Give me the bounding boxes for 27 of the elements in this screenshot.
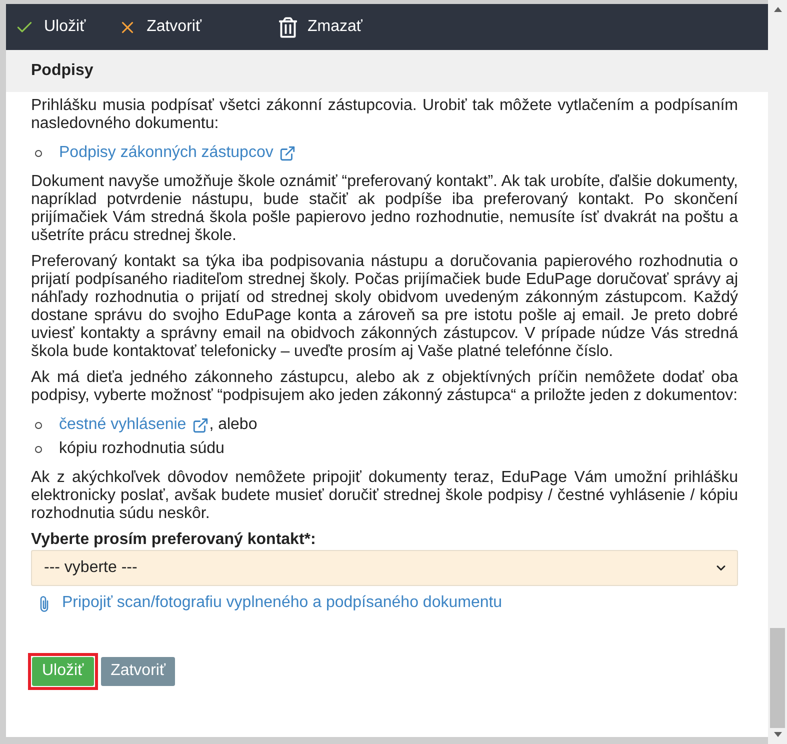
footer-button[interactable]: Zatvoriť — [100, 656, 176, 686]
scrollbar-thumb[interactable] — [770, 628, 785, 728]
contact-select[interactable]: --- vyberte --- — [31, 550, 738, 586]
section-title: Podpisy — [31, 61, 94, 81]
bullet-icon — [35, 422, 42, 428]
paragraph: Ak má dieťa jedného zákonneho zástupcu, alebo ak z objektívných príčin nemôžete dodať oba podpisy, vyberte možnosť “podpisujem ako jeden zákonný zástupca“ a priložte jeden z dokumentov: — [31, 369, 738, 405]
field-label: Vyberte prosím preferovaný kontakt*: — [31, 531, 317, 549]
bullet-icon — [35, 150, 42, 156]
toolbar-button[interactable]: Zmazať — [270, 4, 372, 50]
paragraph: Prihlášku musia podpísať všetci zákonní zástupcovia. Urobiť tak môžete vytlačením a podpísaním nasledovného dokumentu: — [31, 97, 738, 133]
footer-button[interactable]: Uložiť — [32, 656, 94, 686]
paragraph: Preferovaný kontakt sa týka iba podpisovania nástupu a doručovania papierového rozhodnutia o prijatí podpísaného riaditeľom strednej školy. Počas prijímačiek bude EduPage doručovať správy aj náhľady rozhodnutia o prijatí od strednej skoly obidvom uvedeným zákonným zástupcom. Každý dostane správu do svojho EduPage konta a zároveň sa pre istotu pošle aj email. Je preto dobré uviesť kontakty a správny email na obidvoch zákonných zástupcov. V prípade núdze Vás stredná škola bude kontaktovať telefonicky – uveďte prosím aj Vaše platné telefónne číslo. — [31, 253, 738, 361]
attach-link[interactable]: Pripojiť scan/fotografiu vyplneného a podpísaného dokumentu — [40, 593, 502, 613]
scroll-up-icon[interactable] — [774, 7, 782, 12]
toolbar-button[interactable]: Uložiť — [6, 4, 95, 50]
bullet-icon — [35, 446, 42, 452]
document-link[interactable]: Podpisy zákonných zástupcov — [59, 141, 296, 165]
paperclip-icon — [40, 594, 49, 612]
toolbar-button[interactable]: Zatvoriť — [108, 4, 210, 50]
document-link[interactable]: čestné vyhlásenie — [59, 413, 210, 437]
scrollbar[interactable] — [768, 0, 787, 744]
paragraph: Dokument navyše umožňuje škole oznámiť “preferovaný kontakt”. Ak tak urobíte, ďalšie dokumenty, napríklad potvrdenie nástupu, bude stačiť ak podpíše iba preferovaný kontakt. Po skončení prijímačiek Vám stredná škola pošle papierovo jedno rozhodnutie, nemusíte ísť dvakrát na poštu a ušetríte prácu strednej škole. — [31, 173, 738, 245]
paragraph: Ak z akýchkoľvek dôvodov nemôžete pripojiť dokumenty teraz, EduPage Vám umožní prihlášku elektronicky poslať, avšak budete musieť doručiť strednej škole podpisy / čestné vyhlásenie / kópiu rozhodnutia súdu neskôr. — [31, 469, 738, 523]
trash-icon — [279, 16, 298, 38]
scroll-down-icon[interactable] — [774, 732, 782, 737]
list-item-text: , alebo — [209, 415, 258, 435]
list-item-text: kópiu rozhodnutia súdu — [59, 439, 224, 459]
